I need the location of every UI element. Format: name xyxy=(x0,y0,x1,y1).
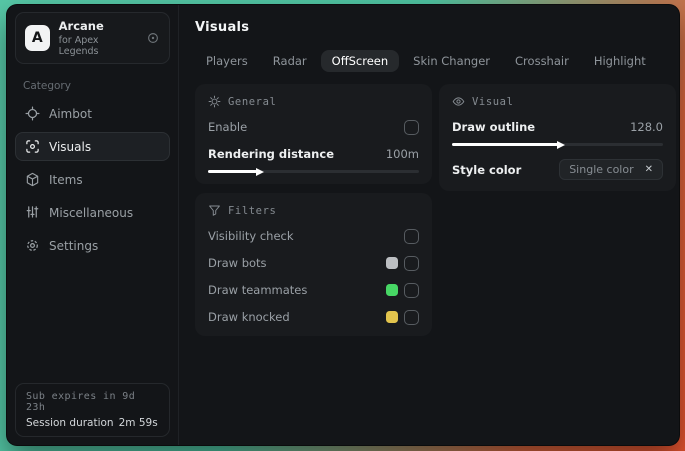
draw-bots-label: Draw bots xyxy=(208,256,267,270)
draw-knocked-label: Draw knocked xyxy=(208,310,290,324)
draw-bots-row: Draw bots xyxy=(208,255,419,271)
sun-icon xyxy=(208,95,221,108)
session-duration-value: 2m 59s xyxy=(118,417,158,429)
eye-scan-icon xyxy=(25,139,40,154)
tab-radar[interactable]: Radar xyxy=(262,50,318,72)
visual-panel-title: Visual xyxy=(472,95,514,108)
visual-panel: Visual Draw outline 128.0 Style color Si… xyxy=(439,84,676,191)
app-title-block: Arcane for Apex Legends xyxy=(59,19,137,57)
general-panel-title: General xyxy=(228,95,277,108)
sidebar-item-settings[interactable]: Settings xyxy=(15,231,170,260)
draw-teammates-checkbox[interactable] xyxy=(404,282,419,298)
draw-knocked-row: Draw knocked xyxy=(208,309,419,325)
filters-panel: Filters Visibility check Draw bots Draw … xyxy=(195,193,432,336)
tab-highlight[interactable]: Highlight xyxy=(583,50,657,72)
sidebar-item-aimbot[interactable]: Aimbot xyxy=(15,99,170,128)
app-header-card: A Arcane for Apex Legends xyxy=(15,12,170,64)
app-subtitle: for Apex Legends xyxy=(58,35,99,57)
crosshair-icon xyxy=(25,106,40,121)
draw-teammates-label: Draw teammates xyxy=(208,283,308,297)
session-duration-label: Session duration xyxy=(26,417,114,429)
draw-knocked-checkbox[interactable] xyxy=(404,309,419,325)
tab-players[interactable]: Players xyxy=(195,50,259,72)
subscription-info-card: Sub expires in 9d 23h Session duration 2… xyxy=(15,383,170,437)
draw-outline-value: 128.0 xyxy=(630,120,663,134)
style-color-select[interactable]: Single color ✕ xyxy=(559,159,663,180)
gear-icon xyxy=(25,238,40,253)
rendering-distance-label: Rendering distance xyxy=(208,147,334,161)
filters-panel-title: Filters xyxy=(228,204,277,217)
draw-outline-label: Draw outline xyxy=(452,120,536,134)
funnel-icon xyxy=(208,204,221,217)
sidebar-item-label: Settings xyxy=(49,238,99,253)
tab-skin-changer[interactable]: Skin Changer xyxy=(402,50,501,72)
app-window: A Arcane for Apex Legends Category Aimbo… xyxy=(7,5,679,445)
category-label: Category xyxy=(23,80,71,92)
sidebar-item-miscellaneous[interactable]: Miscellaneous xyxy=(15,198,170,227)
visual-panel-header: Visual xyxy=(452,95,663,108)
main-content: Visuals Players Radar OffScreen Skin Cha… xyxy=(179,5,679,445)
draw-bots-color-swatch[interactable] xyxy=(386,257,398,269)
enable-checkbox[interactable] xyxy=(404,119,419,135)
sub-expires-text: Sub expires in 9d 23h xyxy=(26,391,136,413)
general-panel: General Enable Rendering distance 100m xyxy=(195,84,432,184)
draw-knocked-color-swatch[interactable] xyxy=(386,311,398,323)
clear-icon[interactable]: ✕ xyxy=(645,164,653,175)
slider-fill xyxy=(208,170,257,173)
sliders-icon xyxy=(25,205,40,220)
tab-offscreen[interactable]: OffScreen xyxy=(320,50,400,72)
draw-teammates-row: Draw teammates xyxy=(208,282,419,298)
app-name: Arcane xyxy=(58,19,104,33)
draw-outline-slider[interactable] xyxy=(452,143,663,146)
rendering-distance-slider[interactable] xyxy=(208,170,419,173)
sidebar: A Arcane for Apex Legends Category Aimbo… xyxy=(7,5,179,445)
app-logo: A xyxy=(25,25,50,51)
rendering-distance-row: Rendering distance 100m xyxy=(208,146,419,162)
filters-panel-header: Filters xyxy=(208,204,419,217)
style-color-label: Style color xyxy=(452,162,522,177)
style-color-row: Style color Single color ✕ xyxy=(452,159,663,180)
tab-bar: Players Radar OffScreen Skin Changer Cro… xyxy=(195,50,676,72)
eye-icon xyxy=(452,95,465,108)
sidebar-item-label: Miscellaneous xyxy=(49,205,134,220)
slider-fill xyxy=(452,143,558,146)
visibility-check-checkbox[interactable] xyxy=(404,228,419,244)
page-title: Visuals xyxy=(195,20,250,35)
sidebar-item-label: Aimbot xyxy=(49,106,92,121)
draw-outline-row: Draw outline 128.0 xyxy=(452,119,663,135)
sidebar-item-items[interactable]: Items xyxy=(15,165,170,194)
style-color-selected-option: Single color xyxy=(569,163,634,176)
sidebar-item-label: Items xyxy=(49,172,83,187)
draw-teammates-color-swatch[interactable] xyxy=(386,284,398,296)
sidebar-item-visuals[interactable]: Visuals xyxy=(15,132,170,161)
enable-label: Enable xyxy=(208,120,248,134)
cube-icon xyxy=(25,172,40,187)
visibility-check-label: Visibility check xyxy=(208,229,294,243)
draw-bots-checkbox[interactable] xyxy=(404,255,419,271)
sidebar-item-label: Visuals xyxy=(49,139,92,154)
general-panel-header: General xyxy=(208,95,419,108)
target-icon[interactable] xyxy=(146,31,160,45)
rendering-distance-value: 100m xyxy=(385,147,419,161)
session-duration-row: Session duration 2m 59s xyxy=(26,417,159,429)
visibility-check-row: Visibility check xyxy=(208,228,419,244)
tab-crosshair[interactable]: Crosshair xyxy=(504,50,580,72)
enable-row: Enable xyxy=(208,119,419,135)
